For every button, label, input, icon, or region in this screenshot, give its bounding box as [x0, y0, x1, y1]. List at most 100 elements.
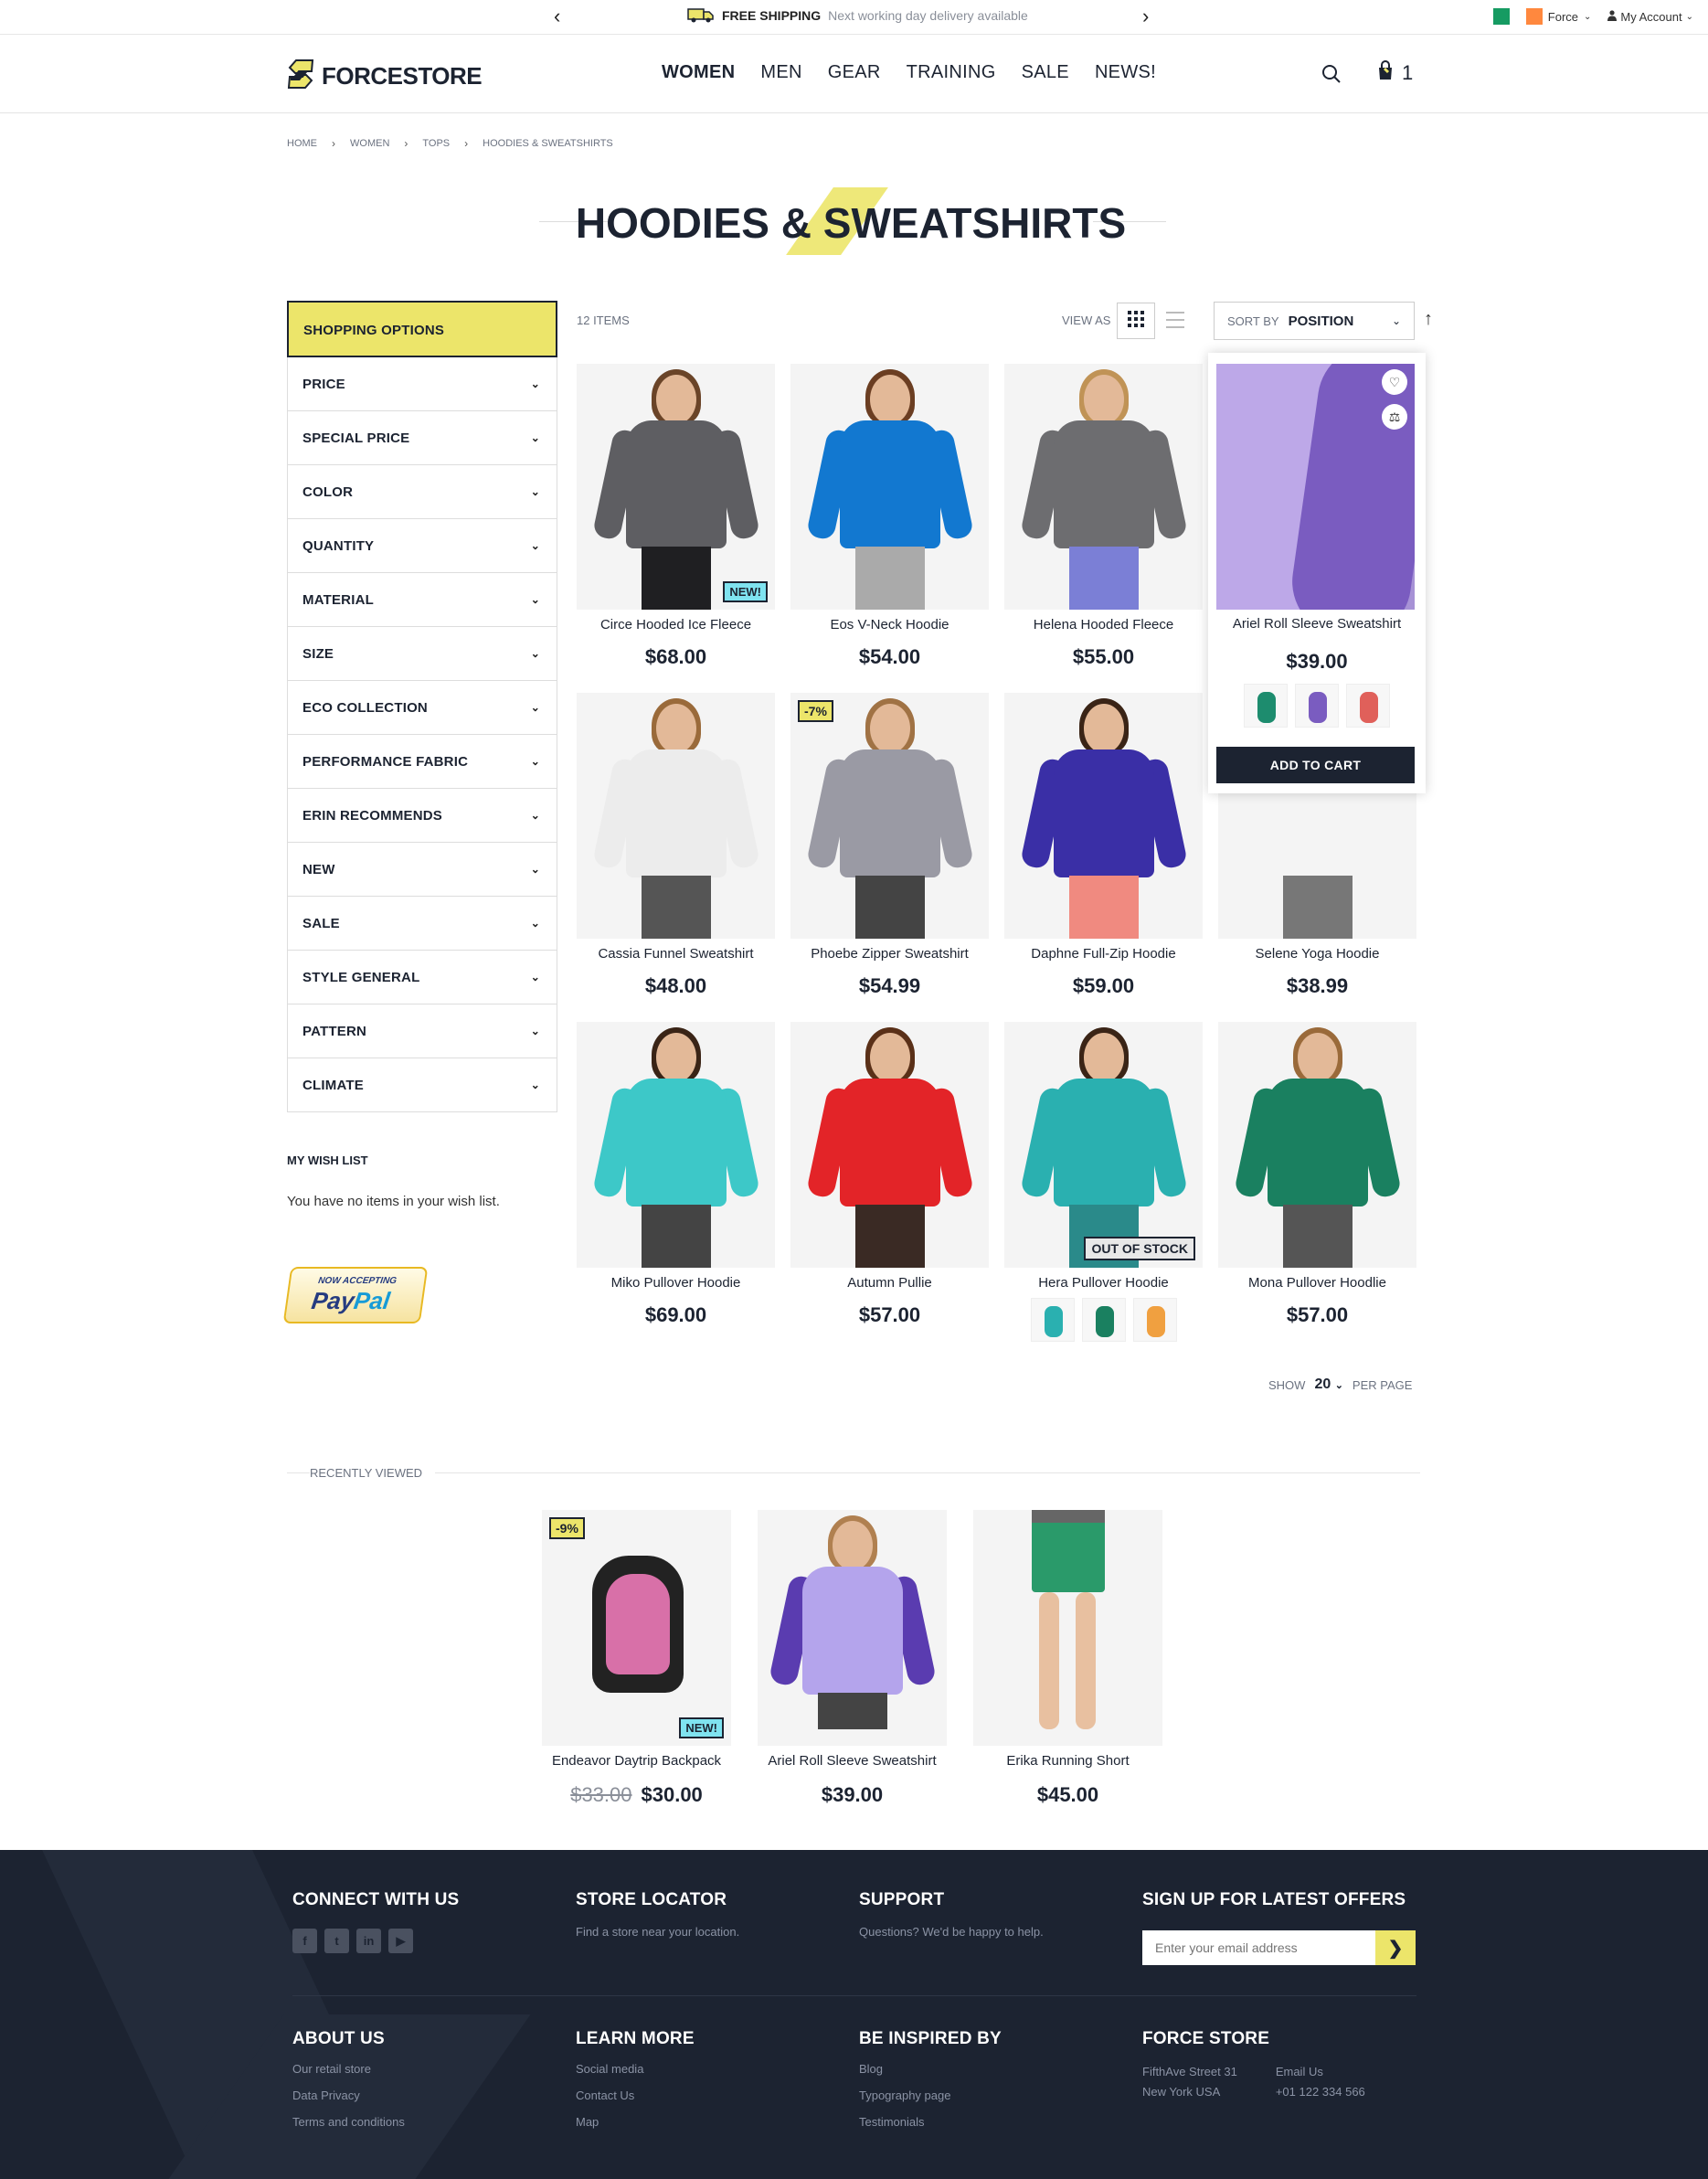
footer-text[interactable]: Find a store near your location. [576, 1925, 739, 1939]
filter-climate[interactable]: CLIMATE ⌄ [287, 1058, 557, 1112]
product-image[interactable] [1004, 364, 1203, 610]
filter-pattern[interactable]: PATTERN ⌄ [287, 1004, 557, 1058]
footer-text[interactable]: Questions? We'd be happy to help. [859, 1925, 1044, 1939]
product-name[interactable]: Eos V-Neck Hoodie [790, 617, 989, 632]
filter-performance-fabric[interactable]: PERFORMANCE FABRIC ⌄ [287, 735, 557, 789]
list-view-button[interactable] [1166, 312, 1184, 333]
sort-select[interactable]: SORT BY POSITION ⌄ [1214, 302, 1415, 340]
product-card[interactable]: Eos V-Neck Hoodie $54.00 [790, 364, 989, 669]
product-card[interactable]: Mona Pullover Hoodlie $57.00 [1218, 1022, 1416, 1327]
filter-quantity[interactable]: QUANTITY ⌄ [287, 519, 557, 573]
product-name[interactable]: Miko Pullover Hoodie [577, 1275, 775, 1291]
newsletter-submit-button[interactable]: ❯ [1375, 1930, 1416, 1965]
swatch-purple[interactable] [1295, 684, 1339, 728]
product-image[interactable] [577, 1022, 775, 1268]
compare-icon[interactable]: ⚖ [1382, 404, 1407, 430]
product-card-hover[interactable]: ♡ ⚖ Ariel Roll Sleeve Sweatshirt $39.00 … [1208, 353, 1426, 793]
breadcrumb-women[interactable]: WOMEN [350, 138, 389, 149]
breadcrumb-tops[interactable]: TOPS [422, 138, 450, 149]
product-name[interactable]: Cassia Funnel Sweatshirt [577, 946, 775, 962]
store-switcher[interactable]: Force ⌄ [1492, 8, 1591, 25]
filter-eco-collection[interactable]: ECO COLLECTION ⌄ [287, 681, 557, 735]
filter-size[interactable]: SIZE ⌄ [287, 627, 557, 681]
breadcrumb-home[interactable]: HOME [287, 138, 317, 149]
facebook-icon[interactable]: f [292, 1929, 317, 1953]
grid-view-button[interactable] [1117, 303, 1155, 339]
cart-button[interactable]: 1 [1376, 60, 1413, 86]
filter-price[interactable]: PRICE ⌄ [287, 357, 557, 411]
product-image[interactable] [790, 1022, 989, 1268]
account-link[interactable]: My Account ⌄ [1607, 10, 1693, 24]
nav-women[interactable]: WOMEN [662, 62, 735, 83]
chevron-right-icon[interactable]: › [1142, 5, 1149, 28]
product-card[interactable]: Helena Hooded Fleece $55.00 [1004, 364, 1203, 669]
product-image[interactable]: NEW! [577, 364, 775, 610]
chevron-left-icon[interactable]: ‹ [554, 5, 560, 28]
linkedin-icon[interactable]: in [356, 1929, 381, 1953]
footer-link[interactable]: Terms and conditions [292, 2115, 405, 2129]
nav-gear[interactable]: GEAR [828, 62, 881, 83]
footer-link[interactable]: Contact Us [576, 2089, 695, 2102]
product-name[interactable]: Hera Pullover Hoodie [1004, 1275, 1203, 1291]
footer-link[interactable]: Our retail store [292, 2062, 405, 2076]
product-name[interactable]: Mona Pullover Hoodlie [1218, 1275, 1416, 1291]
swatch-red[interactable] [1346, 684, 1390, 728]
nav-men[interactable]: MEN [760, 62, 801, 83]
product-card[interactable]: OUT OF STOCK Hera Pullover Hoodie [1004, 1022, 1203, 1342]
footer-link[interactable]: Map [576, 2115, 695, 2129]
product-card[interactable]: Miko Pullover Hoodie $69.00 [577, 1022, 775, 1327]
product-name[interactable]: Circe Hooded Ice Fleece [577, 617, 775, 632]
newsletter-email-input[interactable] [1142, 1930, 1375, 1965]
footer-link[interactable]: Typography page [859, 2089, 1002, 2102]
product-image[interactable]: OUT OF STOCK [1004, 1022, 1203, 1268]
add-to-cart-button[interactable]: ADD TO CART [1216, 747, 1415, 783]
filter-material[interactable]: MATERIAL ⌄ [287, 573, 557, 627]
nav-news[interactable]: NEWS! [1095, 62, 1156, 83]
filter-sale[interactable]: SALE ⌄ [287, 897, 557, 951]
product-card[interactable]: NEW! Circe Hooded Ice Fleece $68.00 [577, 364, 775, 669]
email-link[interactable]: Email Us [1276, 2065, 1323, 2078]
sort-direction-icon[interactable]: ↑ [1424, 309, 1433, 330]
product-card[interactable]: -7% Phoebe Zipper Sweatshirt $54.99 [790, 693, 989, 998]
product-image[interactable] [1004, 693, 1203, 939]
product-name[interactable]: Ariel Roll Sleeve Sweatshirt [1208, 616, 1426, 632]
filter-special-price[interactable]: SPECIAL PRICE ⌄ [287, 411, 557, 465]
product-image[interactable]: -7% [790, 693, 989, 939]
recently-viewed-item[interactable]: Erika Running Short $45.00 [973, 1510, 1162, 1807]
filter-style-general[interactable]: STYLE GENERAL ⌄ [287, 951, 557, 1004]
product-name[interactable]: Endeavor Daytrip Backpack [542, 1753, 731, 1769]
product-name[interactable]: Ariel Roll Sleeve Sweatshirt [758, 1753, 947, 1769]
recently-viewed-item[interactable]: -9% NEW! Endeavor Daytrip Backpack $33.00 $3… [542, 1510, 731, 1807]
recently-viewed-item[interactable]: Ariel Roll Sleeve Sweatshirt $39.00 [758, 1510, 947, 1807]
filter-erin-recommends[interactable]: ERIN RECOMMENDS ⌄ [287, 789, 557, 843]
filter-new[interactable]: NEW ⌄ [287, 843, 557, 897]
footer-link[interactable]: Testimonials [859, 2115, 1002, 2129]
product-image[interactable] [973, 1510, 1162, 1746]
nav-sale[interactable]: SALE [1022, 62, 1069, 83]
search-icon[interactable] [1321, 64, 1342, 89]
per-page-select[interactable]: 20 ⌄ [1314, 1376, 1342, 1393]
swatch-green[interactable] [1081, 1298, 1126, 1342]
product-card[interactable]: Daphne Full-Zip Hoodie $59.00 [1004, 693, 1203, 998]
product-image[interactable] [1216, 364, 1415, 610]
swatch-green[interactable] [1244, 684, 1288, 728]
youtube-icon[interactable]: ▶ [388, 1929, 413, 1953]
nav-training[interactable]: TRAINING [907, 62, 996, 83]
product-image[interactable] [577, 693, 775, 939]
filter-color[interactable]: COLOR ⌄ [287, 465, 557, 519]
logo[interactable]: FORCESTORE [287, 58, 483, 94]
footer-link[interactable]: Data Privacy [292, 2089, 405, 2102]
footer-link[interactable]: Blog [859, 2062, 1002, 2076]
product-card[interactable]: Autumn Pullie $57.00 [790, 1022, 989, 1327]
twitter-icon[interactable]: t [324, 1929, 349, 1953]
swatch-teal[interactable] [1030, 1298, 1075, 1342]
product-name[interactable]: Phoebe Zipper Sweatshirt [790, 946, 989, 962]
product-image[interactable] [1218, 1022, 1416, 1268]
swatch-orange[interactable] [1132, 1298, 1177, 1342]
footer-link[interactable]: Social media [576, 2062, 695, 2076]
product-card[interactable]: Cassia Funnel Sweatshirt $48.00 [577, 693, 775, 998]
product-name[interactable]: Erika Running Short [973, 1753, 1162, 1769]
product-name[interactable]: Selene Yoga Hoodie [1218, 946, 1416, 962]
heart-icon[interactable]: ♡ [1382, 369, 1407, 395]
product-name[interactable]: Autumn Pullie [790, 1275, 989, 1291]
